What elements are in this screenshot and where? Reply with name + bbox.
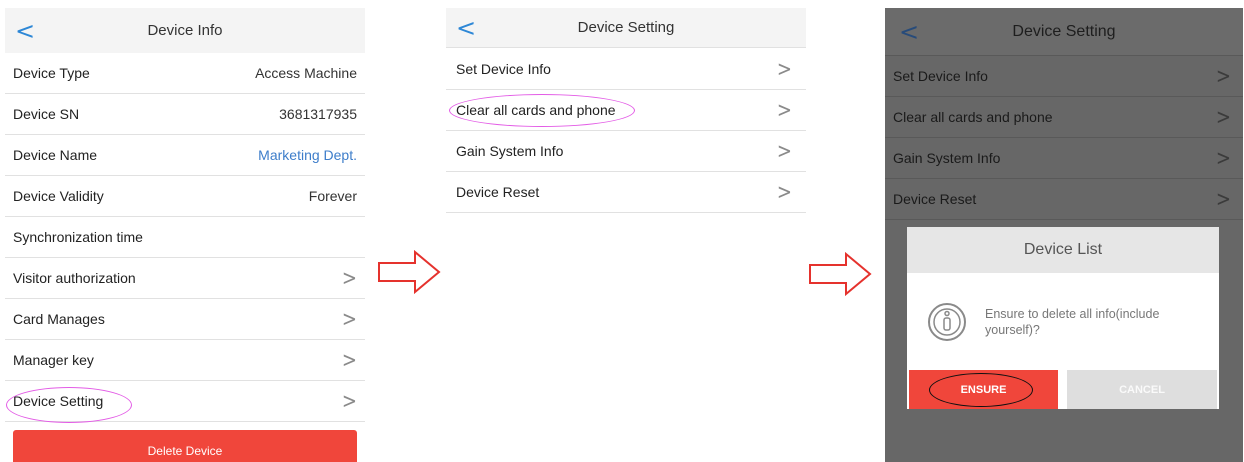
chevron-right-icon: > [776,179,792,205]
delete-device-button[interactable]: Delete Device [13,430,357,462]
device-sn-value: 3681317935 [279,106,357,122]
device-setting-navbar: < Device Setting [446,8,806,48]
manager-key-row[interactable]: Manager key > [5,340,365,381]
highlight-ellipse [449,94,635,127]
chevron-right-icon: > [1215,145,1231,171]
device-validity-label: Device Validity [13,188,104,204]
chevron-right-icon: > [341,347,357,373]
device-type-value: Access Machine [255,65,357,81]
device-validity-value: Forever [308,188,357,204]
chevron-right-icon: > [776,138,792,164]
back-chevron-icon: < [898,17,920,46]
page-title: Device Setting [1012,22,1116,40]
chevron-right-icon: > [341,306,357,332]
device-type-row: Device Type Access Machine [5,53,365,94]
flow-arrow-icon [809,252,872,296]
device-setting-navbar-dimmed: < Device Setting [885,8,1243,56]
chevron-right-icon: > [1215,186,1231,212]
chevron-right-icon: > [1215,104,1231,130]
highlight-ellipse [6,387,132,423]
device-name-row[interactable]: Device Name Marketing Dept. [5,135,365,176]
device-sn-label: Device SN [13,106,80,122]
card-manages-label: Card Manages [13,311,105,327]
device-reset-label: Device Reset [456,184,540,200]
dialog-message: Ensure to delete all info(include yourse… [985,307,1160,337]
clear-cards-label: Clear all cards and phone [893,109,1053,125]
confirm-dialog: Device List Ensure to delete all info(in… [907,227,1219,409]
set-device-info-label: Set Device Info [456,61,551,77]
manager-key-label: Manager key [13,352,94,368]
info-icon [928,303,966,341]
device-setting-screen: < Device Setting Set Device Info > Clear… [446,8,806,462]
gain-system-info-label: Gain System Info [456,143,564,159]
flow-arrow-icon [378,250,441,294]
page-title: Device Setting [577,19,675,36]
back-chevron-icon[interactable]: < [452,8,480,47]
cancel-button[interactable]: CANCEL [1067,370,1217,409]
card-manages-row[interactable]: Card Manages > [5,299,365,340]
clear-cards-row: Clear all cards and phone > [885,97,1243,138]
device-setting-dialog-screen: < Device Setting Set Device Info > Clear… [885,8,1243,462]
chevron-right-icon: > [1215,63,1231,89]
dialog-title: Device List [907,227,1219,273]
chevron-right-icon: > [341,265,357,291]
set-device-info-row: Set Device Info > [885,56,1243,97]
device-type-label: Device Type [13,65,90,81]
device-reset-label: Device Reset [893,191,977,207]
device-name-label: Device Name [13,147,98,163]
device-sn-row: Device SN 3681317935 [5,94,365,135]
gain-system-info-row: Gain System Info > [885,138,1243,179]
sync-time-row: Synchronization time [5,217,365,258]
device-name-value[interactable]: Marketing Dept. [258,147,357,163]
visitor-authorization-label: Visitor authorization [13,270,136,286]
device-reset-row: Device Reset > [885,179,1243,220]
chevron-right-icon: > [341,388,357,414]
visitor-authorization-row[interactable]: Visitor authorization > [5,258,365,299]
chevron-right-icon: > [776,56,792,82]
set-device-info-label: Set Device Info [893,68,988,84]
gain-system-info-row[interactable]: Gain System Info > [446,131,806,172]
page-title: Device Info [147,22,223,39]
device-info-navbar: < Device Info [5,8,365,53]
device-reset-row[interactable]: Device Reset > [446,172,806,213]
chevron-right-icon: > [776,97,792,123]
device-info-screen: < Device Info Device Type Access Machine… [5,8,365,462]
back-chevron-icon[interactable]: < [11,8,39,53]
sync-time-label: Synchronization time [13,229,143,245]
gain-system-info-label: Gain System Info [893,150,1001,166]
highlight-ellipse [929,373,1033,407]
device-validity-row: Device Validity Forever [5,176,365,217]
set-device-info-row[interactable]: Set Device Info > [446,49,806,90]
